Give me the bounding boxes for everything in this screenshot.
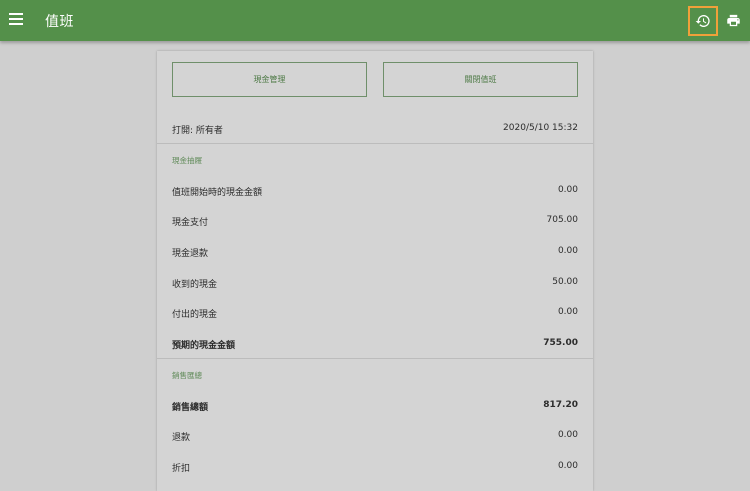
opened-row: 打開: 所有者 2020/5/10 15:32 xyxy=(172,123,578,137)
cash-drawer-title: 現金抽屜 xyxy=(172,156,202,165)
app-bar: 值班 xyxy=(0,0,750,41)
opened-value: 2020/5/10 15:32 xyxy=(503,123,578,133)
row-label: 收到的現金 xyxy=(172,280,218,290)
opened-label: 打開: 所有者 xyxy=(172,126,223,136)
row-label: 現金支付 xyxy=(172,218,209,228)
list-item: 收到的現金 50.00 xyxy=(172,277,578,291)
list-item: 現金退款 0.00 xyxy=(172,246,578,260)
row-label: 預期的現金金額 xyxy=(172,341,236,351)
list-item: 折扣 0.00 xyxy=(172,461,578,475)
row-value: 0.00 xyxy=(557,430,578,440)
divider xyxy=(157,143,593,144)
expected-cash-row: 預期的現金金額 755.00 xyxy=(172,338,578,352)
print-icon xyxy=(726,14,740,26)
row-label: 付出的現金 xyxy=(172,310,218,320)
list-item: 現金支付 705.00 xyxy=(172,215,578,229)
row-label: 值班開始時的現金金額 xyxy=(172,188,263,198)
row-label: 退款 xyxy=(172,433,191,443)
row-value: 0.00 xyxy=(557,307,578,317)
row-value: 0.00 xyxy=(557,185,578,195)
row-label: 現金退款 xyxy=(172,249,209,259)
cash-management-button[interactable]: 現金管理 xyxy=(172,62,367,97)
menu-icon[interactable] xyxy=(9,13,23,27)
sales-summary-title: 銷售匯總 xyxy=(172,371,202,380)
row-label: 折扣 xyxy=(172,464,191,474)
row-value: 755.00 xyxy=(543,338,578,348)
page-title: 值班 xyxy=(45,14,74,30)
close-shift-button[interactable]: 關閉值班 xyxy=(383,62,578,97)
row-value: 817.20 xyxy=(543,400,578,410)
gross-sales-row: 銷售總額 817.20 xyxy=(172,400,578,414)
row-value: 0.00 xyxy=(557,461,578,471)
list-item: 退款 0.00 xyxy=(172,430,578,444)
row-label: 銷售總額 xyxy=(172,403,209,413)
divider xyxy=(157,358,593,359)
list-item: 值班開始時的現金金額 0.00 xyxy=(172,185,578,199)
list-item: 付出的現金 0.00 xyxy=(172,307,578,321)
history-button[interactable] xyxy=(688,6,718,36)
row-value: 705.00 xyxy=(546,215,579,225)
row-value: 50.00 xyxy=(552,277,578,287)
history-icon xyxy=(695,15,710,27)
row-value: 0.00 xyxy=(557,246,578,256)
shift-card: 現金管理 關閉值班 打開: 所有者 2020/5/10 15:32 現金抽屜 值… xyxy=(157,51,593,491)
print-button[interactable] xyxy=(725,11,741,29)
